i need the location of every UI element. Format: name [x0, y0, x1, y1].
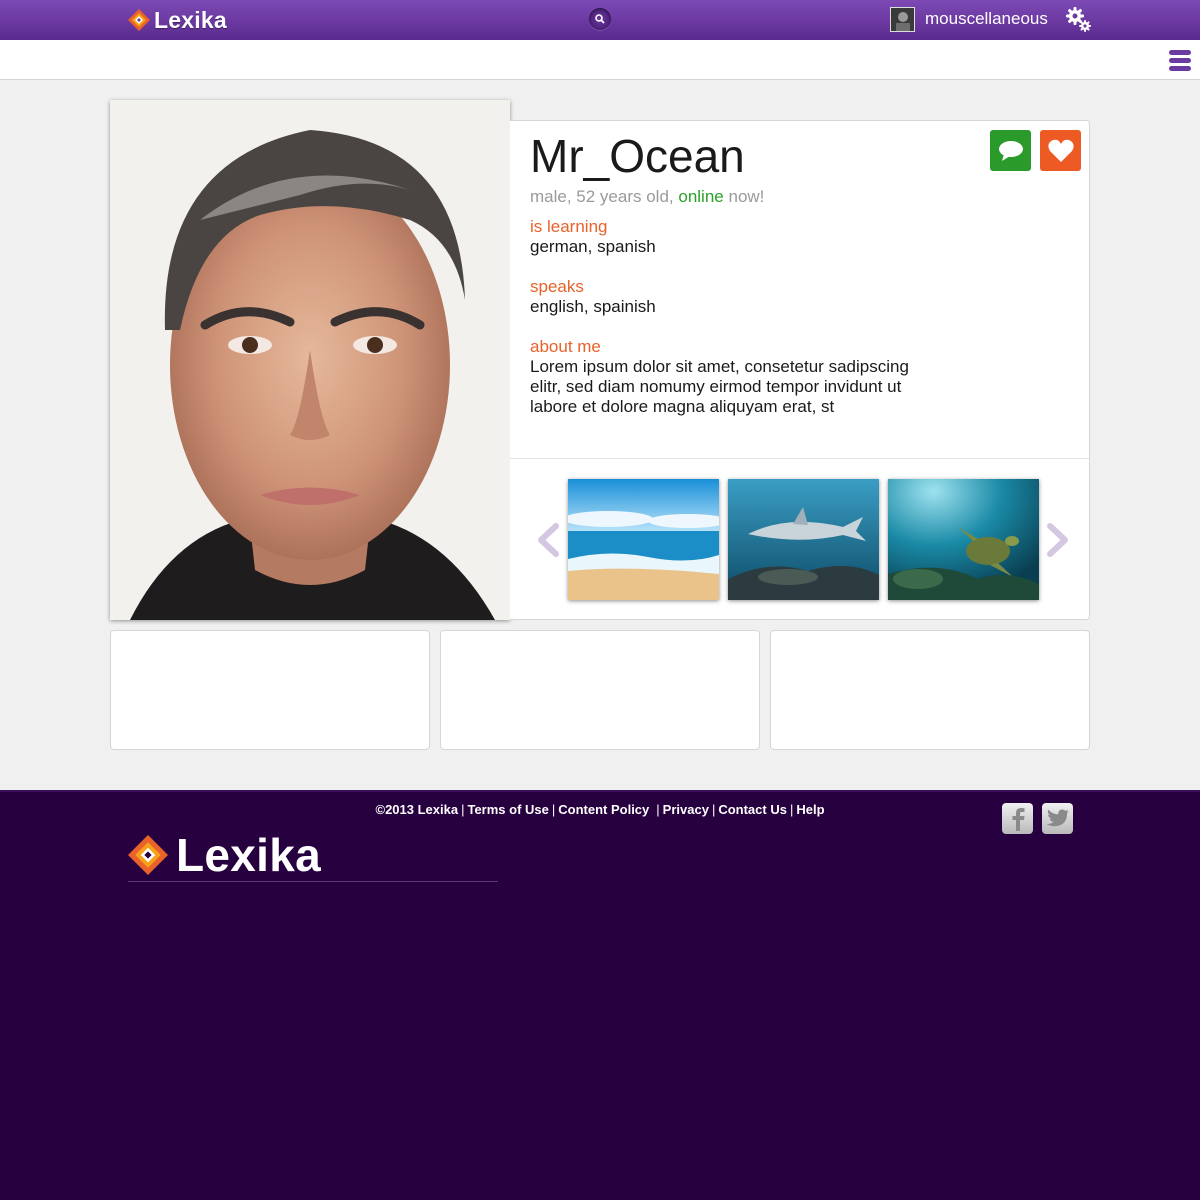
hamburger-menu-icon-bar [1169, 58, 1191, 63]
content-panel-right [770, 630, 1090, 750]
profile-status-suffix: now! [728, 187, 765, 206]
gallery-previous-button[interactable] [536, 523, 560, 557]
beach-photo [568, 479, 719, 600]
hamburger-menu-button[interactable] [1169, 50, 1191, 72]
footer-link-help[interactable]: Help [796, 802, 824, 817]
heart-icon [1047, 139, 1074, 162]
gallery-thumbnail-turtle[interactable] [888, 479, 1039, 600]
page-footer: ©2013 Lexika | Terms of Use | Content Policy… [0, 790, 1200, 1200]
link-separator: | [656, 802, 660, 817]
twitter-button[interactable] [1042, 803, 1073, 834]
about-me-label: about me [530, 337, 601, 356]
link-separator: | [551, 802, 556, 817]
shark-photo [728, 479, 879, 600]
footer-divider [128, 881, 498, 882]
facebook-icon [1012, 807, 1024, 831]
content-panel-left [110, 630, 430, 750]
gallery-divider [510, 458, 1089, 459]
footer-logo-link[interactable]: Lexika [128, 828, 321, 882]
lexika-logo-icon [128, 835, 168, 875]
profile-gender-age: male, 52 years old, [530, 187, 674, 206]
settings-button[interactable] [1064, 5, 1094, 35]
learning-value: german, spanish [530, 237, 656, 256]
profile-photo[interactable] [110, 100, 510, 620]
footer-brand-name: Lexika [176, 829, 322, 881]
twitter-icon [1046, 809, 1069, 826]
secondary-bar [0, 40, 1200, 80]
gallery-thumbnail-beach[interactable] [568, 479, 719, 600]
footer-link-contact[interactable]: Contact Us [718, 802, 787, 817]
search-icon [595, 14, 605, 24]
chevron-right-icon [1047, 523, 1068, 557]
lexika-logo-link[interactable]: Lexika [128, 6, 227, 34]
hamburger-menu-icon [1169, 50, 1191, 55]
link-separator: | [789, 802, 794, 817]
lexika-logo-icon [128, 9, 150, 31]
gallery-next-button[interactable] [1046, 523, 1070, 557]
footer-link-content-policy[interactable]: Content Policy [558, 802, 649, 817]
speaks-value: english, spainish [530, 297, 656, 316]
about-me-text: Lorem ipsum dolor sit amet, consetetur s… [530, 357, 909, 416]
gears-icon [1066, 7, 1091, 32]
user-avatar[interactable] [890, 7, 915, 32]
content-panel-center [440, 630, 760, 750]
online-status: online [678, 187, 724, 206]
profile-portrait-image [110, 100, 510, 620]
gallery-thumbnail-shark[interactable] [728, 479, 879, 600]
speaks-label: speaks [530, 277, 584, 296]
brand-name: Lexika [154, 6, 227, 33]
profile-name: Mr_Ocean [530, 130, 745, 182]
sea-turtle-photo [888, 479, 1039, 600]
search-button[interactable] [589, 8, 611, 30]
footer-copyright: ©2013 Lexika [375, 802, 459, 817]
facebook-button[interactable] [1002, 803, 1033, 834]
profile-meta: male, 52 years old, online now! [530, 187, 764, 207]
avatar-image [891, 8, 914, 31]
send-message-button[interactable] [990, 130, 1031, 171]
chevron-left-icon [538, 523, 559, 557]
footer-link-terms[interactable]: Terms of Use [467, 802, 548, 817]
footer-link-privacy[interactable]: Privacy [663, 802, 709, 817]
top-navigation-bar: Lexika mouscellaneous [0, 0, 1200, 40]
profile-info-card: Mr_Ocean male, 52 years old, online now!… [510, 120, 1090, 620]
like-button[interactable] [1040, 130, 1081, 171]
link-separator: | [711, 802, 716, 817]
username-link[interactable]: mouscellaneous [925, 9, 1048, 29]
speech-bubble-icon [998, 140, 1023, 161]
hamburger-menu-icon-bar [1169, 66, 1191, 71]
learning-label: is learning [530, 217, 608, 236]
